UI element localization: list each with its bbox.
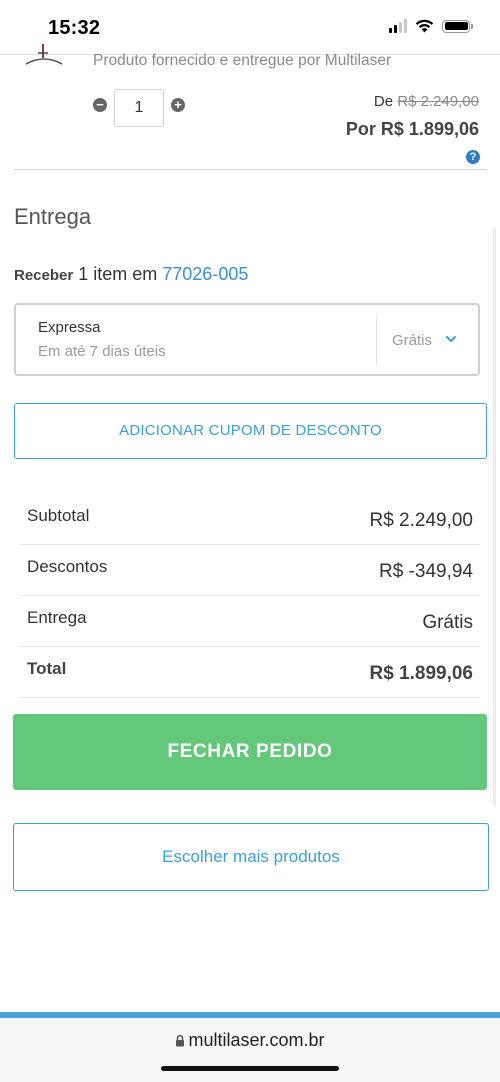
summary-value: R$ 1.899,06 — [369, 663, 473, 684]
shipping-price: Grátis — [392, 332, 433, 349]
delivery-title: Entrega — [14, 204, 92, 229]
lock-icon — [176, 1034, 185, 1047]
home-indicator[interactable] — [161, 1066, 339, 1071]
summary-label: Total — [27, 659, 67, 678]
order-summary: Subtotal R$ 2.249,00 Descontos R$ -349,9… — [20, 494, 480, 698]
receive-text: 1 item em — [78, 264, 158, 284]
chevron-down-icon — [446, 336, 456, 342]
summary-label: Descontos — [27, 557, 108, 576]
page-scrollbar[interactable] — [493, 228, 496, 806]
original-price-value: R$ 2.249,00 — [397, 93, 479, 110]
summary-row-subtotal: Subtotal R$ 2.249,00 — [20, 494, 480, 545]
summary-label: Entrega — [27, 608, 87, 627]
quantity-input[interactable]: 1 — [114, 89, 164, 127]
status-bar: 15:32 — [0, 0, 500, 54]
summary-value: R$ 2.249,00 — [369, 510, 473, 531]
battery-icon — [442, 19, 473, 33]
add-coupon-button[interactable]: ADICIONAR CUPOM DE DESCONTO — [14, 403, 487, 459]
quantity-increase-button[interactable]: + — [171, 98, 185, 112]
cellular-signal-icon — [389, 19, 407, 33]
quantity-decrease-button[interactable]: − — [93, 98, 107, 112]
product-thumbnail-icon — [25, 44, 63, 65]
summary-value: Grátis — [422, 612, 473, 633]
receive-label: Receber — [14, 267, 74, 284]
original-price-label: De — [373, 93, 394, 110]
help-icon[interactable]: ? — [466, 150, 480, 164]
more-products-button[interactable]: Escolher mais produtos — [13, 823, 489, 891]
status-time: 15:32 — [48, 17, 101, 39]
current-price: Por R$ 1.899,06 — [345, 119, 479, 139]
summary-row-total: Total R$ 1.899,06 — [20, 647, 480, 698]
product-provider-text: Produto fornecido e entregue por Multila… — [93, 52, 392, 69]
summary-label: Subtotal — [27, 506, 90, 525]
summary-row-delivery: Entrega Grátis — [20, 596, 480, 647]
browser-address-bar[interactable]: multilaser.com.br — [0, 1018, 500, 1082]
url-text: multilaser.com.br — [188, 1030, 325, 1050]
summary-value: R$ -349,94 — [378, 561, 473, 582]
shipping-divider — [376, 315, 377, 366]
shipping-name: Expressa — [38, 319, 101, 336]
wifi-icon — [415, 19, 434, 33]
status-icons — [389, 19, 473, 33]
url-display[interactable]: multilaser.com.br — [0, 1030, 500, 1051]
delivery-receive-line: Receber 1 item em 77026-005 — [14, 264, 248, 285]
summary-row-discounts: Descontos R$ -349,94 — [20, 545, 480, 596]
zipcode-link[interactable]: 77026-005 — [162, 264, 248, 284]
shipping-eta: Em até 7 dias úteis — [38, 343, 166, 360]
original-price: De R$ 2.249,00 — [374, 93, 479, 110]
product-divider — [14, 169, 487, 170]
shipping-option-select[interactable]: Expressa Em até 7 dias úteis Grátis — [14, 303, 480, 376]
checkout-button[interactable]: FECHAR PEDIDO — [13, 714, 487, 790]
